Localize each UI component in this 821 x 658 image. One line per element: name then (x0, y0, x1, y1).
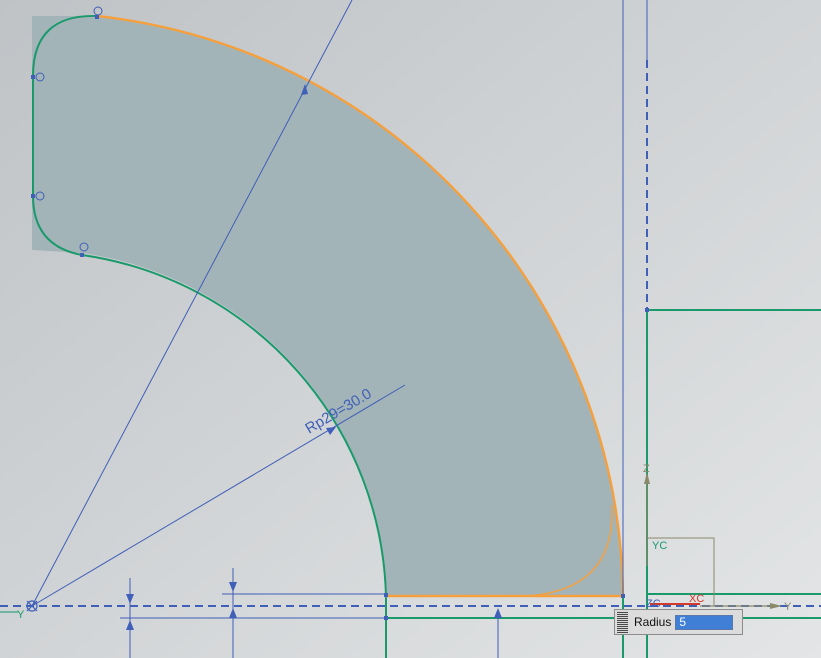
axis-label-y-left: Y (17, 609, 25, 621)
radius-input-box[interactable]: Radius (614, 609, 743, 635)
vertex-2[interactable] (31, 75, 35, 79)
graphics-window[interactable]: Rp29=30.0 Z YC ZC XC Y Y Radius (0, 0, 821, 658)
vertex-6[interactable] (384, 616, 388, 620)
drag-handle-icon[interactable] (617, 611, 628, 633)
vertex-4[interactable] (80, 253, 84, 257)
axis-label-xc: XC (689, 593, 704, 605)
cad-canvas[interactable]: Rp29=30.0 Z YC ZC XC Y Y (0, 0, 821, 658)
vertex-5[interactable] (384, 593, 388, 597)
axis-label-yc: YC (652, 540, 667, 552)
axis-label-z: Z (643, 463, 650, 475)
radius-label: Radius (634, 615, 672, 629)
vertex-1[interactable] (95, 15, 99, 19)
vertex-8[interactable] (621, 594, 625, 598)
vertex-3[interactable] (31, 194, 35, 198)
vertex-7[interactable] (645, 308, 649, 312)
radius-input[interactable] (675, 614, 734, 630)
axis-label-y-right: Y (784, 601, 792, 613)
